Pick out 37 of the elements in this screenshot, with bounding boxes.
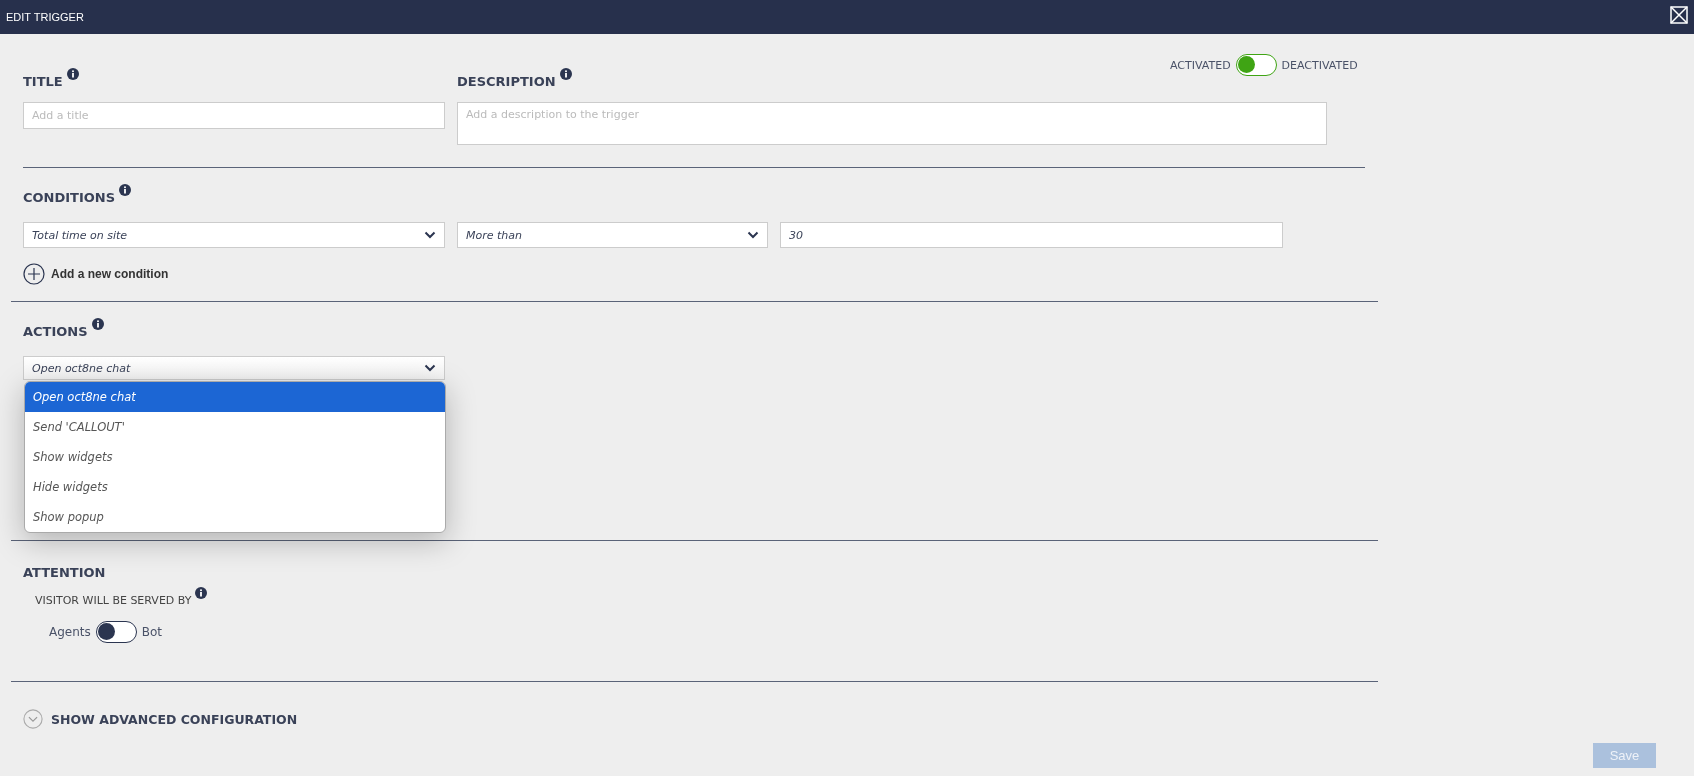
info-icon[interactable] xyxy=(559,68,572,80)
info-icon[interactable] xyxy=(66,68,79,80)
menu-item[interactable]: Show widgets xyxy=(25,442,445,472)
section-label: ATTENTION xyxy=(23,564,106,580)
chevron-down-icon xyxy=(424,364,436,372)
chevron-down-icon xyxy=(747,231,759,239)
toggle-label: Agents xyxy=(49,625,91,639)
toggle-label: ACTIVATED xyxy=(1170,58,1231,72)
menu-item[interactable]: Send 'CALLOUT' xyxy=(25,412,445,442)
close-icon[interactable] xyxy=(1670,6,1688,24)
section-label: TITLE xyxy=(23,73,63,89)
operator-select[interactable]: More than xyxy=(457,222,768,248)
toggle-switch[interactable] xyxy=(95,621,137,643)
menu-item[interactable]: Open oct8ne chat xyxy=(25,382,445,412)
chevron-circle-icon xyxy=(23,709,43,729)
menu-item[interactable]: Hide widgets xyxy=(25,472,445,502)
toggle-switch[interactable] xyxy=(1235,54,1277,76)
section-label: ACTIONS xyxy=(23,323,88,339)
window-title: EDIT TRIGGER xyxy=(6,11,84,23)
title-field[interactable]: Add a title xyxy=(23,102,445,129)
add-icon[interactable] xyxy=(23,263,45,285)
action-select[interactable]: Open oct8ne chat xyxy=(23,356,445,380)
toggle-label: DEACTIVATED xyxy=(1281,58,1358,72)
section-label: DESCRIPTION xyxy=(457,73,556,89)
description-field[interactable]: Add a description to the trigger xyxy=(457,102,1327,145)
info-icon[interactable] xyxy=(91,318,104,330)
section-label: CONDITIONS xyxy=(23,189,116,205)
menu-item[interactable]: Show popup xyxy=(25,502,445,532)
add-condition-link[interactable]: Add a new condition xyxy=(51,267,169,281)
value-field[interactable]: 30 xyxy=(780,222,1283,248)
condition-select[interactable]: Total time on site xyxy=(23,222,445,248)
advanced-configuration-toggle[interactable]: SHOW ADVANCED CONFIGURATION xyxy=(23,709,298,729)
info-icon[interactable] xyxy=(119,184,132,196)
field-label: VISITOR WILL BE SERVED BY xyxy=(35,593,192,607)
chevron-down-icon xyxy=(424,231,436,239)
info-icon[interactable] xyxy=(195,587,208,599)
toggle-label: Bot xyxy=(141,625,163,639)
